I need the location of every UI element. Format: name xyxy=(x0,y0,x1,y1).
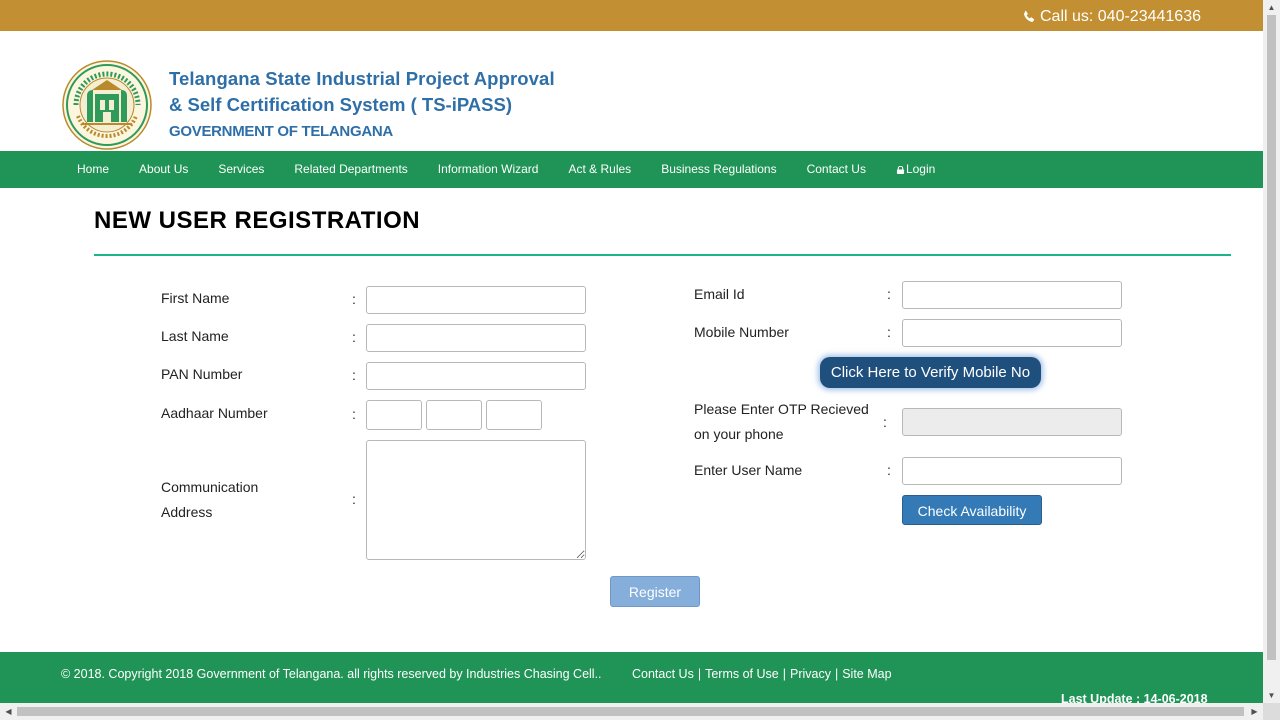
colon: : xyxy=(352,406,356,422)
lock-icon xyxy=(896,166,905,174)
vertical-scroll-thumb[interactable] xyxy=(1267,15,1276,660)
email-id-input[interactable] xyxy=(902,281,1122,309)
separator: | xyxy=(782,667,786,681)
register-button[interactable]: Register xyxy=(610,576,700,607)
page-viewport: Call us: 040-23441636 Telangana State In… xyxy=(0,0,1263,703)
last-name-label: Last Name xyxy=(161,328,229,344)
aadhaar-part1-input[interactable] xyxy=(366,400,422,430)
colon: : xyxy=(352,291,356,307)
nav-business-regulations[interactable]: Business Regulations xyxy=(646,151,791,188)
user-name-input[interactable] xyxy=(902,457,1122,485)
colon: : xyxy=(352,367,356,383)
footer: © 2018. Copyright 2018 Government of Tel… xyxy=(0,652,1263,703)
communication-address-textarea[interactable] xyxy=(366,440,586,560)
vertical-scrollbar[interactable]: ▲ ▼ xyxy=(1263,0,1280,703)
email-id-label: Email Id xyxy=(694,286,745,302)
separator: | xyxy=(834,667,839,681)
pan-number-label: PAN Number xyxy=(161,366,243,382)
verify-mobile-button[interactable]: Click Here to Verify Mobile No xyxy=(820,357,1041,388)
last-name-input[interactable] xyxy=(366,324,586,352)
otp-label-line1: Please Enter OTP Recieved xyxy=(694,401,869,417)
footer-link-contact-us[interactable]: Contact Us xyxy=(632,667,694,681)
nav-login[interactable]: Login xyxy=(881,151,950,188)
top-bar: Call us: 040-23441636 xyxy=(0,0,1263,31)
mobile-number-input[interactable] xyxy=(902,319,1122,347)
call-us-text: Call us: 040-23441636 xyxy=(1039,8,1201,25)
title-divider xyxy=(94,254,1231,256)
aadhaar-part2-input[interactable] xyxy=(426,400,482,430)
mobile-number-label: Mobile Number xyxy=(694,324,789,340)
scrollbar-corner xyxy=(1263,703,1280,720)
footer-link-privacy[interactable]: Privacy xyxy=(790,667,831,681)
phone-icon xyxy=(1024,10,1035,22)
colon: : xyxy=(887,324,891,340)
call-us: Call us: 040-23441636 xyxy=(1022,8,1201,26)
footer-link-terms-of-use[interactable]: Terms of Use xyxy=(705,667,779,681)
last-update-text: Last Update : 14-06-2018 xyxy=(1061,692,1208,703)
scroll-down-arrow-icon[interactable]: ▼ xyxy=(1263,688,1280,703)
address-label-line1: Communication xyxy=(161,479,259,495)
nav-related-departments[interactable]: Related Departments xyxy=(279,151,422,188)
brand-government-name: GOVERNMENT OF TELANGANA xyxy=(169,123,393,140)
first-name-label: First Name xyxy=(161,290,230,306)
colon: : xyxy=(887,286,891,302)
aadhaar-part3-input[interactable] xyxy=(486,400,542,430)
first-name-input[interactable] xyxy=(366,286,586,314)
copyright-text: © 2018. Copyright 2018 Government of Tel… xyxy=(61,667,602,681)
address-label-line2: Address xyxy=(161,504,213,520)
scroll-left-arrow-icon[interactable]: ◀ xyxy=(0,703,17,720)
colon: : xyxy=(352,329,356,345)
telangana-seal-logo xyxy=(62,60,152,150)
horizontal-scrollbar[interactable]: ◀ ▶ xyxy=(0,703,1263,720)
otp-label-line2: on your phone xyxy=(694,426,784,442)
brand-title-line1: Telangana State Industrial Project Appro… xyxy=(169,68,555,89)
horizontal-scroll-thumb[interactable] xyxy=(17,707,1244,716)
nav-login-label: Login xyxy=(905,162,936,176)
nav-contact-us[interactable]: Contact Us xyxy=(792,151,881,188)
nav-services[interactable]: Services xyxy=(203,151,279,188)
check-availability-button[interactable]: Check Availability xyxy=(902,495,1042,525)
nav-home[interactable]: Home xyxy=(62,151,124,188)
colon: : xyxy=(352,491,356,507)
nav-information-wizard[interactable]: Information Wizard xyxy=(423,151,554,188)
scroll-up-arrow-icon[interactable]: ▲ xyxy=(1263,0,1280,15)
scroll-right-arrow-icon[interactable]: ▶ xyxy=(1246,703,1263,720)
footer-link-site-map[interactable]: Site Map xyxy=(842,667,891,681)
otp-input[interactable] xyxy=(902,408,1122,436)
separator: | xyxy=(697,667,702,681)
user-name-label: Enter User Name xyxy=(694,462,803,478)
aadhaar-number-label: Aadhaar Number xyxy=(161,405,268,421)
nav-about-us[interactable]: About Us xyxy=(124,151,203,188)
nav-act-rules[interactable]: Act & Rules xyxy=(553,151,646,188)
page-title: NEW USER REGISTRATION xyxy=(94,207,421,234)
main-nav: Home About Us Services Related Departmen… xyxy=(0,151,1263,188)
pan-number-input[interactable] xyxy=(366,362,586,390)
brand-title-line2: & Self Certification System ( TS-iPASS) xyxy=(169,94,512,115)
footer-links: Contact Us | Terms of Use | Privacy | Site Map xyxy=(632,667,892,681)
colon: : xyxy=(883,414,887,430)
colon: : xyxy=(887,462,891,478)
